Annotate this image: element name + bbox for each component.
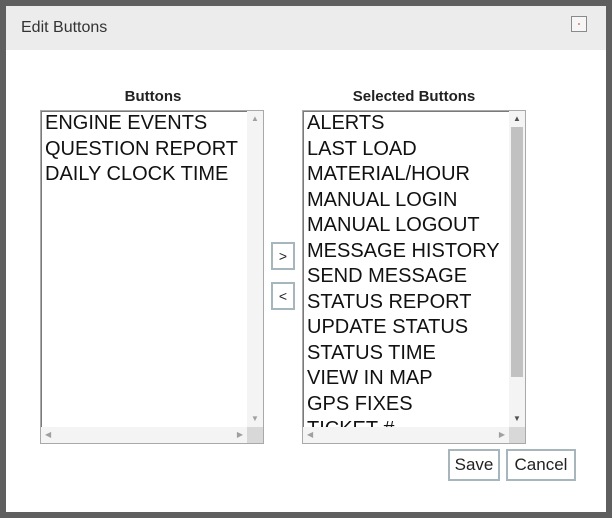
close-icon <box>578 23 580 25</box>
available-buttons-label: Buttons <box>124 88 182 105</box>
list-item[interactable]: MANUAL LOGOUT <box>307 213 507 239</box>
list-item[interactable]: DAILY CLOCK TIME <box>45 162 245 188</box>
selected-buttons-list[interactable]: ALERTS LAST LOAD MATERIAL/HOUR MANUAL LOGIN… <box>302 110 526 444</box>
list-item[interactable]: ALERTS <box>307 111 507 137</box>
selected-items: ALERTS LAST LOAD MATERIAL/HOUR MANUAL LOGIN… <box>307 111 507 427</box>
horizontal-scrollbar[interactable]: ◀ ▶ <box>303 427 509 443</box>
scroll-left-icon[interactable]: ◀ <box>45 431 51 439</box>
vertical-scrollbar[interactable]: ▲ ▼ <box>247 111 263 427</box>
save-button[interactable]: Save <box>448 449 500 481</box>
list-item[interactable]: MANUAL LOGIN <box>307 188 507 214</box>
scrollbar-corner <box>509 427 525 443</box>
dialog-title: Edit Buttons <box>21 19 108 36</box>
available-buttons-list[interactable]: ENGINE EVENTS QUESTION REPORT DAILY CLOCK … <box>40 110 264 444</box>
list-item[interactable]: ENGINE EVENTS <box>45 111 245 137</box>
list-item[interactable]: GPS FIXES <box>307 392 507 418</box>
list-item[interactable]: UPDATE STATUS <box>307 315 507 341</box>
list-item[interactable]: STATUS TIME <box>307 341 507 367</box>
close-button[interactable] <box>571 16 587 32</box>
available-items: ENGINE EVENTS QUESTION REPORT DAILY CLOCK … <box>45 111 245 427</box>
list-item[interactable]: SEND MESSAGE <box>307 264 507 290</box>
list-item[interactable]: TICKET # <box>307 417 507 427</box>
vertical-scrollbar[interactable]: ▲ ▼ <box>509 111 525 427</box>
scroll-right-icon[interactable]: ▶ <box>237 431 243 439</box>
edit-buttons-dialog: Edit Buttons Buttons Selected Buttons EN… <box>0 0 612 518</box>
add-button[interactable]: > <box>271 242 295 270</box>
scroll-up-icon[interactable]: ▲ <box>251 115 259 123</box>
remove-button[interactable]: < <box>271 282 295 310</box>
list-item[interactable]: QUESTION REPORT <box>45 137 245 163</box>
list-item[interactable]: LAST LOAD <box>307 137 507 163</box>
scroll-right-icon[interactable]: ▶ <box>499 431 505 439</box>
horizontal-scrollbar[interactable]: ◀ ▶ <box>41 427 247 443</box>
list-item[interactable]: MATERIAL/HOUR <box>307 162 507 188</box>
scrollbar-corner <box>247 427 263 443</box>
scrollbar-thumb[interactable] <box>511 127 523 377</box>
scroll-down-icon[interactable]: ▼ <box>513 415 521 423</box>
dialog-titlebar: Edit Buttons <box>6 6 606 50</box>
list-item[interactable]: MESSAGE HISTORY <box>307 239 507 265</box>
list-item[interactable]: VIEW IN MAP <box>307 366 507 392</box>
scroll-down-icon[interactable]: ▼ <box>251 415 259 423</box>
scroll-left-icon[interactable]: ◀ <box>307 431 313 439</box>
scroll-up-icon[interactable]: ▲ <box>513 115 521 123</box>
selected-buttons-label: Selected Buttons <box>352 88 476 105</box>
list-item[interactable]: STATUS REPORT <box>307 290 507 316</box>
cancel-button[interactable]: Cancel <box>506 449 576 481</box>
